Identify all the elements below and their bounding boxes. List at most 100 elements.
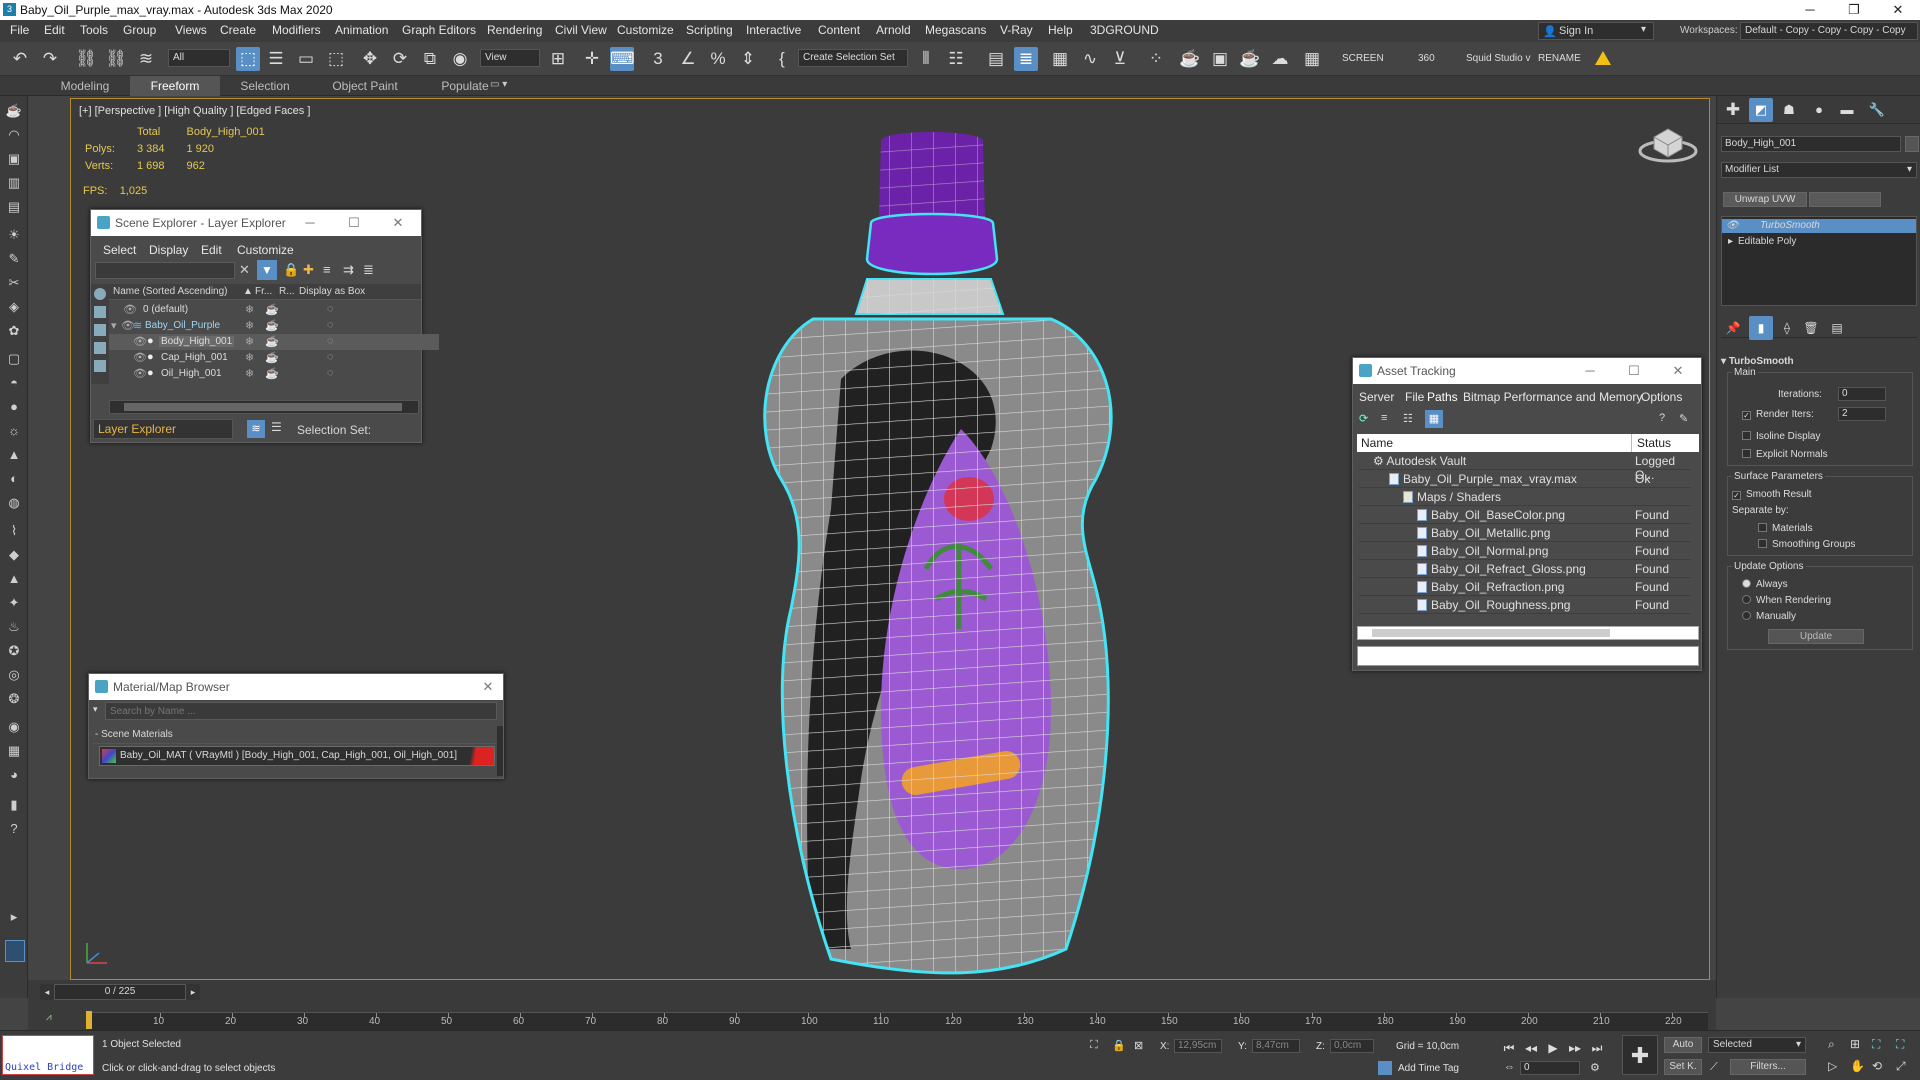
- add-layer-icon[interactable]: ✚: [303, 262, 314, 278]
- select-object-icon[interactable]: ⬚: [236, 47, 260, 71]
- material-item[interactable]: Baby_Oil_MAT ( VRayMtl ) [Body_High_001,…: [99, 746, 495, 766]
- ribbon-options-icon[interactable]: ▭ ▾: [490, 79, 507, 90]
- filter-icon[interactable]: ▼: [257, 260, 277, 280]
- col-frozen[interactable]: Fr...: [255, 286, 272, 297]
- vray-fur-icon[interactable]: ⌇: [5, 522, 23, 540]
- col-status[interactable]: Status: [1637, 436, 1671, 450]
- vray-decal-icon[interactable]: ✪: [5, 642, 23, 660]
- close-icon[interactable]: ✕: [1876, 0, 1920, 20]
- scene-materials-header[interactable]: - Scene Materials: [93, 726, 501, 744]
- angle-snap-icon[interactable]: ∠: [676, 47, 700, 71]
- se-menu-customize[interactable]: Customize: [237, 243, 294, 257]
- orbit-icon[interactable]: ⟲: [1872, 1059, 1882, 1073]
- set-key-icon[interactable]: ✚: [1622, 1035, 1658, 1075]
- zoom-icon[interactable]: ⌕: [1828, 1037, 1835, 1052]
- vray-volume-icon[interactable]: ♨: [5, 618, 23, 636]
- bottle-neck[interactable]: [854, 278, 1005, 315]
- pin-stack-icon[interactable]: 📌: [1721, 316, 1745, 340]
- current-frame-marker[interactable]: [86, 1011, 92, 1029]
- current-frame-field[interactable]: 0: [1520, 1061, 1580, 1075]
- col-display-as-box[interactable]: Display as Box: [299, 286, 365, 297]
- ribbon-icon[interactable]: ▦: [1048, 47, 1072, 71]
- visibility-eye-icon[interactable]: 👁: [1726, 219, 1739, 233]
- stack-item-turbosmooth[interactable]: 👁 TurboSmooth: [1722, 219, 1916, 233]
- at-menu-file[interactable]: File: [1405, 390, 1424, 404]
- viewcube-icon[interactable]: [1636, 119, 1700, 167]
- menu-3dground[interactable]: 3DGROUND: [1090, 23, 1159, 37]
- create-cylinder-icon[interactable]: ◠: [5, 126, 23, 144]
- vray-mesh-icon[interactable]: ◍: [5, 494, 23, 512]
- pivot-icon[interactable]: ⊞: [546, 47, 570, 71]
- manually-radio[interactable]: Manually: [1742, 611, 1796, 622]
- browser-options-icon[interactable]: ▾: [93, 704, 98, 715]
- light-filter-icon[interactable]: [94, 324, 106, 336]
- snap-toggle-icon[interactable]: 3: [646, 47, 670, 71]
- minimize-icon[interactable]: ─: [1788, 0, 1832, 20]
- col-name[interactable]: Name: [1361, 436, 1393, 450]
- camera-filter-icon[interactable]: [94, 342, 106, 354]
- menu-group[interactable]: Group: [123, 23, 156, 37]
- render-icon[interactable]: ☕: [265, 335, 279, 348]
- window-crossing-icon[interactable]: ⬚: [324, 47, 348, 71]
- viewport-layout-icon[interactable]: [5, 940, 25, 962]
- layer-explorer-icon[interactable]: ≋: [247, 420, 265, 438]
- materials-checkbox[interactable]: Materials: [1758, 523, 1813, 534]
- asset-row-metallic[interactable]: Baby_Oil_Metallic.png Found: [1359, 524, 1691, 542]
- z-coordinate-field[interactable]: 0,0cm: [1330, 1039, 1374, 1053]
- hierarchy-view-icon[interactable]: [94, 306, 106, 318]
- named-selection-set-dropdown[interactable]: Create Selection Set: [798, 49, 908, 67]
- menu-animation[interactable]: Animation: [335, 23, 388, 37]
- object-color-swatch[interactable]: [1905, 136, 1919, 152]
- col-name[interactable]: Name (Sorted Ascending): [113, 286, 228, 297]
- vray-sphere-icon[interactable]: ●: [5, 398, 23, 416]
- stack-item-editable-poly[interactable]: ▸ Editable Poly: [1722, 235, 1916, 249]
- spinner-snap-icon[interactable]: ⇕: [736, 47, 760, 71]
- zoom-extents-all-icon[interactable]: ⛶: [1896, 1037, 1904, 1052]
- vray-clipper-icon[interactable]: ◎: [5, 666, 23, 684]
- vray-enmesh-icon[interactable]: ❂: [5, 690, 23, 708]
- menu-edit[interactable]: Edit: [44, 23, 65, 37]
- when-rendering-radio[interactable]: When Rendering: [1742, 595, 1831, 606]
- mirror-icon[interactable]: ⫴: [914, 47, 938, 71]
- tab-object-paint[interactable]: Object Paint: [310, 76, 420, 96]
- media-library-icon[interactable]: ▦: [1300, 47, 1324, 71]
- menu-views[interactable]: Views: [175, 23, 207, 37]
- align-icon[interactable]: ☷: [944, 47, 968, 71]
- helper-icon[interactable]: ✂: [5, 274, 23, 292]
- place-icon[interactable]: ◉: [448, 47, 472, 71]
- key-mode-icon[interactable]: ⇔: [1504, 1061, 1515, 1073]
- undo-icon[interactable]: ↶: [8, 47, 32, 71]
- selection-lock-icon[interactable]: 🔒: [1112, 1039, 1126, 1052]
- menu-graph-editors[interactable]: Graph Editors: [402, 23, 476, 37]
- vray-interactive-icon[interactable]: ◕: [5, 766, 23, 784]
- lock-icon[interactable]: 🔒: [283, 262, 299, 278]
- maximize-icon[interactable]: ☐: [1625, 362, 1643, 380]
- rename-button[interactable]: RENAME: [1538, 53, 1581, 64]
- vray-frame-buffer-icon[interactable]: ◉: [5, 718, 23, 736]
- camera-icon[interactable]: ✎: [5, 250, 23, 268]
- asset-row-max-file[interactable]: Baby_Oil_Purple_max_vray.max Ok: [1359, 470, 1691, 488]
- previous-key-icon[interactable]: ◂◂: [1522, 1039, 1540, 1057]
- smooth-result-checkbox[interactable]: ✓ Smooth Result: [1732, 489, 1812, 500]
- explorer-mode-dropdown[interactable]: Layer Explorer: [93, 419, 233, 439]
- link-icon[interactable]: ⛓: [74, 47, 98, 71]
- systems-icon[interactable]: ✿: [5, 322, 23, 340]
- scale-icon[interactable]: ⧉: [418, 47, 442, 71]
- next-frame-icon[interactable]: ▸: [186, 984, 200, 1000]
- create-plane-icon[interactable]: ▥: [5, 174, 23, 192]
- layer-manager-icon[interactable]: ▤: [984, 47, 1008, 71]
- close-icon[interactable]: ✕: [1669, 362, 1687, 380]
- menu-civil-view[interactable]: Civil View: [555, 23, 607, 37]
- named-selection-icon[interactable]: {: [770, 47, 794, 71]
- menu-vray[interactable]: V-Ray: [1000, 23, 1033, 37]
- freeze-icon[interactable]: ❄: [245, 335, 254, 348]
- box-icon[interactable]: ◌: [327, 319, 334, 331]
- render-iters-checkbox[interactable]: ✓ Render Iters:: [1742, 409, 1814, 420]
- object-row-cap-high[interactable]: 👁 ● Cap_High_001 ❄ ☕ ◌: [109, 350, 439, 366]
- at-menu-options[interactable]: Options: [1641, 390, 1682, 404]
- percent-snap-icon[interactable]: %: [706, 47, 730, 71]
- time-slider[interactable]: 0 / 225: [54, 984, 186, 1000]
- move-icon[interactable]: ✥: [358, 47, 382, 71]
- show-end-result-icon[interactable]: ▮: [1749, 316, 1773, 340]
- material-search-input[interactable]: [105, 702, 497, 720]
